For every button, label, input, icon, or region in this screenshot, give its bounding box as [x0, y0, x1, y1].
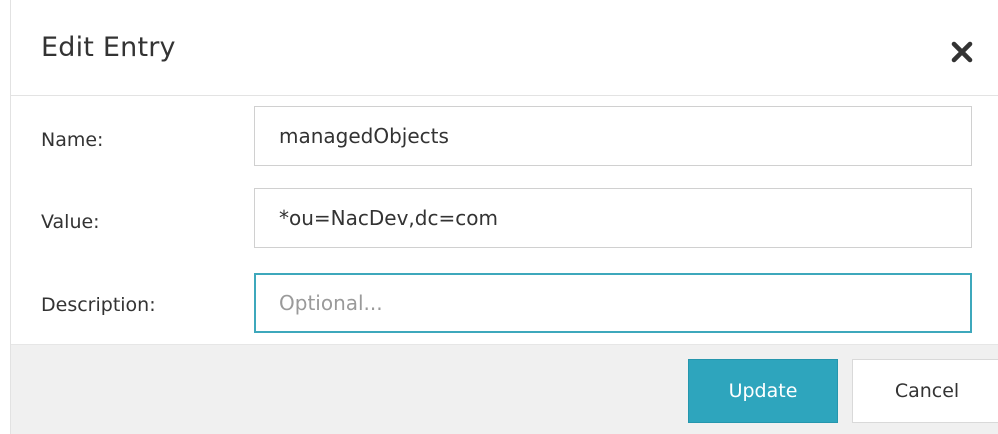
description-field[interactable]	[254, 273, 972, 333]
update-button[interactable]: Update	[688, 359, 838, 423]
cancel-button[interactable]: Cancel	[852, 359, 998, 423]
dialog-footer: Update Cancel	[11, 344, 998, 434]
dialog-body: Name: Value: Description:	[11, 96, 998, 344]
name-label: Name:	[41, 129, 104, 151]
close-icon	[951, 41, 973, 63]
value-field[interactable]	[254, 188, 972, 248]
dialog-title: Edit Entry	[41, 32, 176, 63]
name-field[interactable]	[254, 106, 972, 166]
edit-entry-dialog: Edit Entry Name: Value: Description: Upd…	[10, 0, 998, 434]
close-button[interactable]	[950, 40, 974, 64]
description-label: Description:	[41, 294, 156, 316]
value-label: Value:	[41, 211, 100, 233]
dialog-header: Edit Entry	[11, 0, 998, 96]
